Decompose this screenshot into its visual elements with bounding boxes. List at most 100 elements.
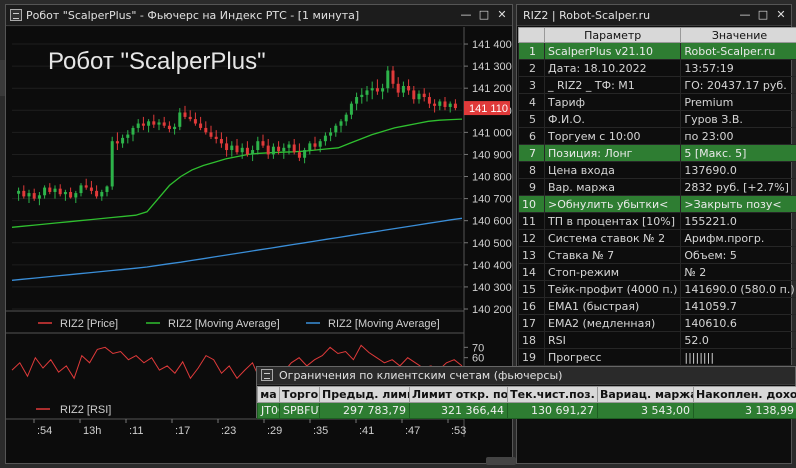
candle-body <box>48 187 52 192</box>
close-icon[interactable]: ✕ <box>773 7 789 23</box>
candle-body <box>256 141 260 151</box>
minimize-icon[interactable]: — <box>458 7 474 23</box>
candle-body <box>84 185 88 188</box>
candle-body <box>417 93 421 100</box>
candle-body <box>277 146 281 152</box>
candle-body <box>141 123 145 126</box>
table-row[interactable]: 12 Система ставок № 2 Арифм.прогр. <box>518 229 796 247</box>
candle-body <box>209 132 213 137</box>
maximize-icon[interactable]: □ <box>755 7 771 23</box>
y-tick-label: 141 000 <box>472 127 512 139</box>
parameter-cell: Позиция: Лонг <box>543 144 682 162</box>
candle-body <box>230 145 234 151</box>
candle-body <box>162 122 166 126</box>
y-tick-label: 141 300 <box>472 61 512 73</box>
candle-body <box>386 70 390 89</box>
value-cell: 140610.6 <box>680 314 796 332</box>
table-row[interactable]: 7 Позиция: Лонг 5 [Макс. 5] <box>518 144 796 162</box>
candle-body <box>360 94 364 98</box>
parameter-cell: Стоп-режим <box>543 263 682 281</box>
candle-body <box>214 136 218 139</box>
candle-body <box>391 70 395 84</box>
parameter-cell: ТП в процентах [10%] <box>543 212 682 230</box>
row-number: 4 <box>518 93 545 111</box>
chart-titlebar[interactable]: Робот "ScalperPlus" - Фьючерс на Индекс … <box>6 5 512 26</box>
close-icon[interactable]: ✕ <box>494 7 510 23</box>
candle-body <box>318 141 322 147</box>
value-cell: № 2 <box>680 263 796 281</box>
table-row[interactable]: 11 ТП в процентах [10%] 155221.0 <box>518 212 796 230</box>
legend-label: RIZ2 [Price] <box>60 318 118 330</box>
value-cell: 2832 руб. [+2.7%] <box>680 178 796 196</box>
limits-column-header[interactable]: Предыд. лимит <box>319 386 410 403</box>
candle-body <box>69 191 73 198</box>
limits-column-header[interactable]: Торгов <box>279 386 320 403</box>
limits-column-header[interactable]: Тек.чист.поз. <box>507 386 598 403</box>
value-cell: 141059.7 <box>680 297 796 315</box>
parameter-cell: Система ставок № 2 <box>543 229 682 247</box>
limits-column-header[interactable]: ма <box>257 386 280 403</box>
value-cell: 52.0 <box>680 331 796 349</box>
chart-window-title: Робот "ScalperPlus" - Фьючерс на Индекс … <box>26 8 360 22</box>
value-cell: Арифм.прогр. <box>680 229 796 247</box>
value-cell: >Закрыть позу< <box>680 195 796 213</box>
table-row[interactable]: 1 ScalperPlus v21.10 Robot-Scalper.ru <box>518 42 796 60</box>
value-cell: ГО: 20437.17 руб. <box>680 76 796 94</box>
table-row[interactable]: 19 Прогресс |||||||| <box>518 348 796 366</box>
table-row[interactable]: 13 Ставка № 7 Объем: 5 <box>518 246 796 264</box>
candle-body <box>407 85 411 91</box>
table-row[interactable]: 6 Торгуем с 10:00 по 23:00 <box>518 127 796 145</box>
table-row[interactable]: 3 _ RIZ2 _ ТФ: М1 ГО: 20437.17 руб. <box>518 76 796 94</box>
column-header-value[interactable]: Значение <box>680 27 796 43</box>
x-tick-label: 13h <box>83 425 101 437</box>
candle-body <box>74 193 78 198</box>
column-header-number[interactable] <box>518 27 545 43</box>
table-row[interactable]: 2 Дата: 18.10.2022 13:57:19 <box>518 59 796 77</box>
y-tick-label: 140 200 <box>472 304 512 316</box>
candle-body <box>136 123 140 128</box>
table-row[interactable]: 8 Цена входа 137690.0 <box>518 161 796 179</box>
x-tick-label: :29 <box>267 425 282 437</box>
parameter-cell: EMA1 (быстрая) <box>543 297 682 315</box>
candle-body <box>183 112 187 117</box>
table-row[interactable]: 17 EMA2 (медленная) 140610.6 <box>518 314 796 332</box>
candle-body <box>95 190 99 197</box>
candle-body <box>438 101 442 106</box>
table-row[interactable]: 5 Ф.И.О. Гуров З.В. <box>518 110 796 128</box>
table-row[interactable]: 9 Вар. маржа 2832 руб. [+2.7%] <box>518 178 796 196</box>
limits-column-header[interactable]: Вариац. маржа <box>597 386 694 403</box>
candle-body <box>297 152 301 158</box>
table-row[interactable]: 18 RSI 52.0 <box>518 331 796 349</box>
candle-body <box>147 121 151 126</box>
y-tick-label: 140 400 <box>472 260 512 272</box>
table-row[interactable]: 10 >Обнулить убытки< >Закрыть позу< <box>518 195 796 213</box>
candle-body <box>355 97 359 104</box>
horizontal-scrollbar[interactable] <box>486 457 516 465</box>
table-row[interactable]: 15 Тейк-профит (4000 п.) 141690.0 (580.0 п… <box>518 280 796 298</box>
limits-column-header[interactable]: Лимит откр. поз. <box>409 386 508 403</box>
limits-window[interactable]: Ограничения по клиентским счетам (фьючер… <box>256 366 796 419</box>
candle-body <box>173 126 177 130</box>
y-tick-label: 140 900 <box>472 149 512 161</box>
table-row[interactable]: JT0CSPBFUT297 783,79321 366,44130 691,27… <box>257 402 796 419</box>
candle-body <box>32 193 36 199</box>
row-number: 16 <box>518 297 545 315</box>
table-row[interactable]: 14 Стоп-режим № 2 <box>518 263 796 281</box>
limits-column-header[interactable]: Накоплен. доход <box>693 386 796 403</box>
parameters-titlebar[interactable]: RIZ2 | Robot-Scalper.ru — □ ✕ <box>517 5 791 26</box>
parameter-cell: Ф.И.О. <box>543 110 682 128</box>
table-row[interactable]: 16 EMA1 (быстрая) 141059.7 <box>518 297 796 315</box>
maximize-icon[interactable]: □ <box>476 7 492 23</box>
row-number: 5 <box>518 110 545 128</box>
candle-body <box>396 83 400 93</box>
candle-body <box>79 185 83 194</box>
parameter-cell: ScalperPlus v21.10 <box>543 42 682 60</box>
minimize-icon[interactable]: — <box>737 7 753 23</box>
x-tick-label: :35 <box>313 425 328 437</box>
candle-body <box>193 119 197 124</box>
limits-titlebar[interactable]: Ограничения по клиентским счетам (фьючер… <box>257 367 795 385</box>
table-row[interactable]: 4 Тариф Premium <box>518 93 796 111</box>
value-cell: |||||||| <box>680 348 796 366</box>
limits-cell: JT0C <box>257 402 280 419</box>
column-header-parameter[interactable]: Параметр <box>543 27 682 43</box>
